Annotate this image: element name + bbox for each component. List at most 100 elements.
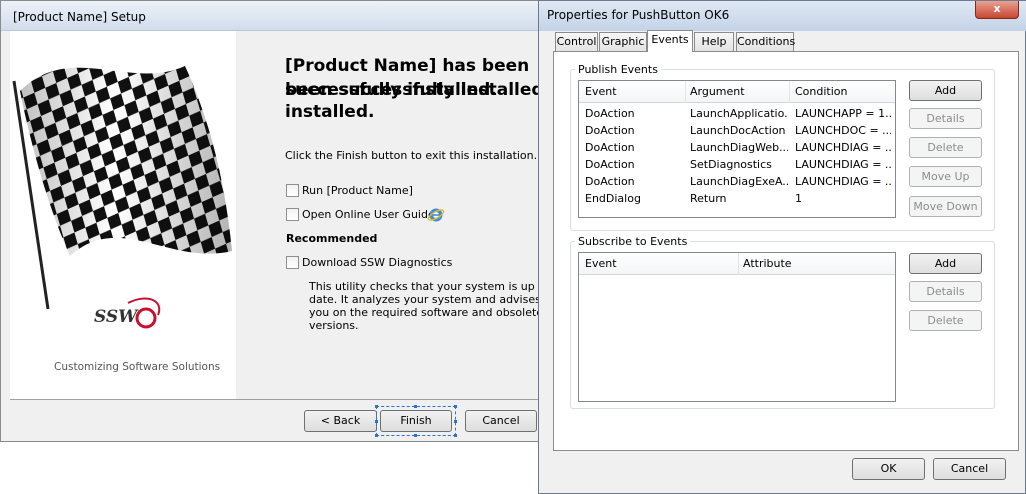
table-row[interactable]: DoAction LaunchDiagExeA... LAUNCHDIAG = ..…: [579, 174, 895, 191]
run-product-checkbox[interactable]: [286, 184, 299, 197]
resize-handle[interactable]: [414, 434, 417, 437]
run-product-label: Run [Product Name]: [302, 184, 413, 197]
tab-events[interactable]: Events: [647, 30, 693, 52]
cell-argument: LaunchDiagWeb...: [690, 141, 788, 154]
cell-event: DoAction: [585, 124, 635, 137]
resize-handle[interactable]: [375, 405, 378, 408]
column-header-condition[interactable]: Condition: [795, 85, 848, 98]
table-row[interactable]: DoAction LaunchDocAction LAUNCHDOC = ...: [579, 123, 895, 140]
subscribe-events-list[interactable]: Event Attribute: [578, 252, 896, 402]
cell-argument: LaunchDiagExeA...: [690, 175, 788, 188]
publish-add-button[interactable]: Add: [909, 80, 982, 101]
resize-handle[interactable]: [375, 420, 378, 423]
close-icon: x: [993, 2, 1001, 15]
diagnostics-description-line: This utility checks that your system is …: [309, 280, 550, 293]
recommended-heading: Recommended: [286, 232, 378, 245]
resize-handle[interactable]: [454, 434, 457, 437]
publish-events-header: Event Argument Condition: [579, 81, 895, 103]
tab-label: Graphic: [601, 35, 645, 48]
cell-condition: LAUNCHDIAG = ...: [795, 141, 891, 154]
column-divider[interactable]: [738, 253, 739, 275]
setup-button-bar: [10, 400, 542, 440]
events-tab-panel: Publish Events Event Argument Condition …: [553, 51, 1019, 451]
resize-handle[interactable]: [414, 405, 417, 408]
heading-line-2: been successfully installed.: [285, 80, 551, 100]
subscribe-details-button[interactable]: Details: [909, 281, 982, 302]
resize-handle[interactable]: [375, 434, 378, 437]
column-header-argument[interactable]: Argument: [690, 85, 745, 98]
properties-title-bar[interactable]: Properties for PushButton OK6: [539, 1, 1026, 31]
column-divider[interactable]: [685, 81, 686, 103]
properties-cancel-button[interactable]: Cancel: [933, 458, 1006, 480]
tab-help[interactable]: Help: [694, 32, 734, 51]
tab-label: Help: [701, 35, 727, 48]
cell-event: DoAction: [585, 141, 635, 154]
cell-condition: LAUNCHDIAG = ...: [795, 175, 891, 188]
ssw-logo-text: SSW: [94, 307, 138, 327]
tab-control[interactable]: Control: [555, 32, 598, 51]
column-header-event[interactable]: Event: [585, 257, 617, 270]
diagnostics-description: This utility checks that your system is …: [309, 280, 549, 332]
download-diagnostics-label: Download SSW Diagnostics: [302, 256, 453, 269]
publish-events-label: Publish Events: [575, 63, 661, 76]
column-header-event[interactable]: Event: [585, 85, 617, 98]
cell-condition: 1: [795, 192, 802, 205]
setup-banner: SSW Customizing Software Solutions: [10, 31, 236, 399]
publish-delete-button[interactable]: Delete: [909, 137, 982, 158]
instruction-text: Click the Finish button to exit this ins…: [285, 149, 538, 162]
download-diagnostics-checkbox[interactable]: [286, 256, 299, 269]
close-button[interactable]: x: [975, 1, 1019, 19]
cancel-button[interactable]: Cancel: [465, 410, 537, 432]
table-row[interactable]: DoAction LaunchApplicatio... LAUNCHAPP = 1…: [579, 106, 895, 123]
internet-explorer-icon: [427, 208, 445, 222]
publish-events-list[interactable]: Event Argument Condition DoAction LaunchA…: [578, 80, 896, 218]
diagnostics-description-line: date. It analyzes your system and advise…: [309, 293, 541, 306]
tab-graphic[interactable]: Graphic: [599, 32, 647, 51]
back-button[interactable]: < Back: [304, 410, 377, 432]
properties-title: Properties for PushButton OK6: [547, 8, 730, 22]
cell-argument: LaunchApplicatio...: [690, 107, 788, 120]
column-divider[interactable]: [789, 81, 790, 103]
tagline: Customizing Software Solutions: [54, 361, 221, 373]
setup-dialog: [Product Name] Setup SSW Customizing Sof…: [0, 0, 550, 442]
cell-condition: LAUNCHAPP = 1...: [795, 107, 891, 120]
heading-line-1: [Product Name] has been: [285, 56, 530, 76]
move-down-button[interactable]: Move Down: [909, 196, 982, 217]
tab-conditions[interactable]: Conditions: [736, 32, 796, 51]
cell-event: EndDialog: [585, 192, 641, 205]
cell-argument: LaunchDocAction: [690, 124, 786, 137]
cell-event: DoAction: [585, 107, 635, 120]
setup-title: [Product Name] Setup: [13, 10, 146, 24]
subscribe-events-label: Subscribe to Events: [575, 235, 691, 248]
setup-title-bar[interactable]: [Product Name] Setup: [1, 1, 546, 31]
cell-argument: SetDiagnostics: [690, 158, 772, 171]
cell-event: DoAction: [585, 175, 635, 188]
table-row[interactable]: EndDialog Return 1: [579, 191, 895, 208]
resize-handle[interactable]: [454, 405, 457, 408]
online-guide-label: Open Online User Guide: [302, 208, 435, 221]
subscribe-delete-button[interactable]: Delete: [909, 310, 982, 331]
resize-handle[interactable]: [454, 420, 457, 423]
tab-label: Events: [651, 33, 689, 46]
subscribe-add-button[interactable]: Add: [909, 253, 982, 274]
subscribe-events-header: Event Attribute: [579, 253, 895, 275]
column-header-attribute[interactable]: Attribute: [743, 257, 792, 270]
diagnostics-description-line: versions.: [309, 319, 359, 332]
cell-condition: LAUNCHDOC = ...: [795, 124, 891, 137]
table-row[interactable]: DoAction LaunchDiagWeb... LAUNCHDIAG = ...: [579, 140, 895, 157]
checkered-flag-image: [12, 66, 232, 310]
table-row[interactable]: DoAction SetDiagnostics LAUNCHDIAG = ...: [579, 157, 895, 174]
online-guide-checkbox[interactable]: [286, 208, 299, 221]
tab-label: Conditions: [737, 35, 796, 48]
diagnostics-description-line: you on the required software and obsolet…: [309, 306, 544, 319]
heading-line-3: installed.: [285, 102, 375, 122]
ssw-logo: SSW: [88, 293, 168, 333]
ok-button[interactable]: OK: [852, 458, 925, 480]
move-up-button[interactable]: Move Up: [909, 166, 982, 187]
cell-argument: Return: [690, 192, 727, 205]
selection-rectangle: [376, 406, 456, 436]
tab-label: Control: [556, 35, 597, 48]
cell-event: DoAction: [585, 158, 635, 171]
publish-details-button[interactable]: Details: [909, 108, 982, 129]
cell-condition: LAUNCHDIAG = ...: [795, 158, 891, 171]
